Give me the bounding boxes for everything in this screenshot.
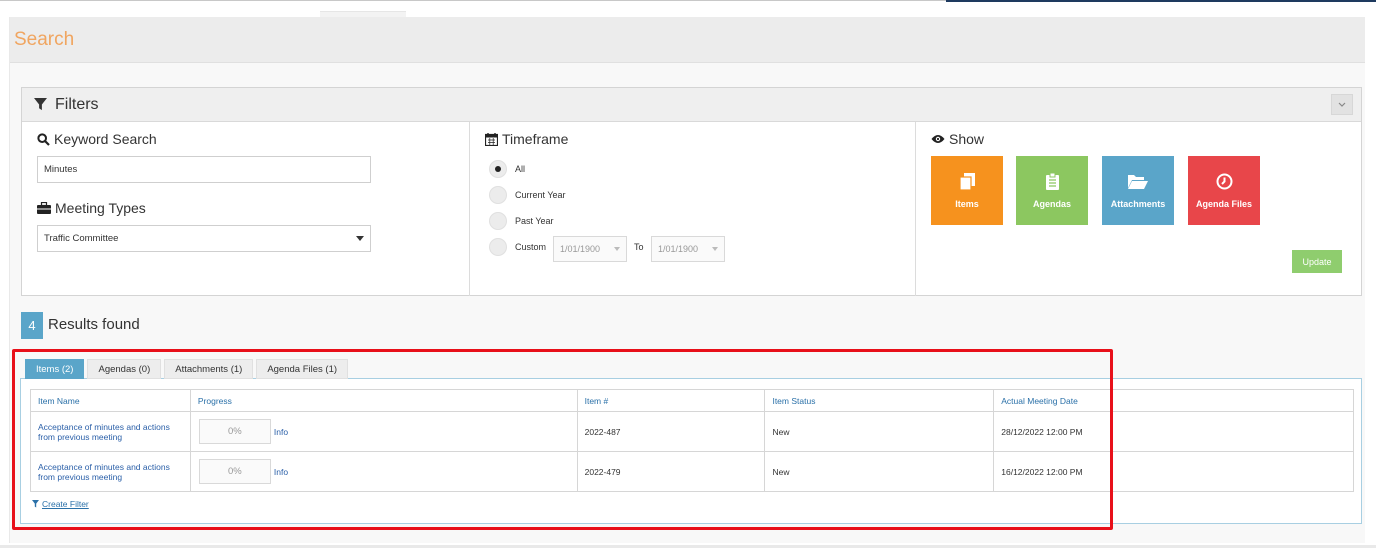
- item-status: New: [764, 451, 995, 492]
- filters-header[interactable]: Filters: [22, 88, 1361, 122]
- create-filter-label: Create Filter: [42, 499, 89, 509]
- show-attachments-button[interactable]: Attachments: [1102, 156, 1174, 225]
- results-found-label: Results found: [48, 316, 140, 333]
- table-row: Acceptance of minutes and actions from p…: [30, 451, 1354, 492]
- progress-bar: 0%: [198, 459, 271, 484]
- timeframe-option-all[interactable]: All: [489, 160, 525, 178]
- show-button-label: Items: [955, 198, 979, 209]
- calendar-icon: [485, 132, 498, 146]
- item-name-link[interactable]: Acceptance of minutes and actions from p…: [30, 411, 191, 452]
- meeting-types-select[interactable]: Traffic Committee: [37, 225, 371, 252]
- filters-title: Filters: [55, 95, 99, 113]
- caret-down-icon: [712, 247, 718, 251]
- item-number: 2022-487: [576, 411, 766, 452]
- show-column: Show Items Agendas Attachments Agenda Fi…: [915, 122, 1361, 296]
- results-table: Item Name Progress Item # Item Status Ac…: [30, 389, 1354, 492]
- filters-panel: Filters Keyword Search Minutes Meeting T…: [21, 87, 1362, 296]
- progress-label: 0%: [228, 466, 242, 477]
- top-accent-bar: [946, 0, 1376, 2]
- table-row: Acceptance of minutes and actions from p…: [30, 411, 1354, 452]
- column-header-item-name[interactable]: Item Name: [30, 389, 191, 412]
- caret-down-icon: [614, 247, 620, 251]
- radio-current-year[interactable]: [489, 186, 507, 204]
- to-date-value: 1/01/1900: [658, 244, 699, 254]
- column-header-item-status[interactable]: Item Status: [764, 389, 995, 412]
- show-agendas-button[interactable]: Agendas: [1016, 156, 1088, 225]
- tab-agendas[interactable]: Agendas (0): [87, 359, 162, 379]
- timeframe-option-custom[interactable]: Custom: [489, 238, 546, 256]
- show-items-button[interactable]: Items: [931, 156, 1003, 225]
- results-tabs: Items (2) Agendas (0) Attachments (1) Ag…: [25, 359, 351, 379]
- show-heading: Show: [931, 131, 984, 147]
- meeting-types-heading: Meeting Types: [37, 200, 146, 216]
- progress-cell: 0% Info: [189, 411, 578, 452]
- show-button-label: Agenda Files: [1195, 198, 1252, 209]
- column-header-meeting-date[interactable]: Actual Meeting Date: [993, 389, 1354, 412]
- clock-icon: [1216, 173, 1233, 191]
- caret-down-icon: [356, 236, 364, 241]
- folder-open-icon: [1128, 173, 1148, 191]
- chevron-down-icon: [1338, 102, 1346, 107]
- column-header-item-number[interactable]: Item #: [576, 389, 766, 412]
- timeframe-option-past-year[interactable]: Past Year: [489, 212, 554, 230]
- timeframe-option-label: Past Year: [515, 216, 554, 226]
- timeframe-option-label: Current Year: [515, 190, 566, 200]
- progress-label: 0%: [228, 426, 242, 437]
- from-date-value: 1/01/1900: [560, 244, 601, 254]
- keyword-column: Keyword Search Minutes Meeting Types Tra…: [22, 122, 469, 296]
- search-icon: [37, 132, 50, 146]
- filter-icon: [34, 98, 47, 111]
- item-number: 2022-479: [576, 451, 766, 492]
- show-button-label: Agendas: [1032, 198, 1071, 209]
- show-agenda-files-button[interactable]: Agenda Files: [1188, 156, 1260, 225]
- tab-items[interactable]: Items (2): [25, 359, 85, 379]
- keyword-search-label: Keyword Search: [54, 131, 157, 147]
- progress-bar: 0%: [198, 419, 271, 444]
- timeframe-label: Timeframe: [502, 131, 569, 147]
- clipboard-icon: [1045, 173, 1059, 191]
- to-date-input[interactable]: 1/01/1900: [651, 236, 725, 262]
- item-name-link[interactable]: Acceptance of minutes and actions from p…: [30, 451, 191, 492]
- from-date-input[interactable]: 1/01/1900: [553, 236, 627, 262]
- keyword-search-input[interactable]: Minutes: [37, 156, 371, 183]
- update-button[interactable]: Update: [1292, 250, 1342, 273]
- copy-icon: [959, 173, 975, 191]
- radio-past-year[interactable]: [489, 212, 507, 230]
- meeting-types-value: Traffic Committee: [44, 233, 119, 244]
- progress-cell: 0% Info: [189, 451, 578, 492]
- info-link[interactable]: Info: [274, 467, 288, 477]
- to-label: To: [634, 242, 644, 252]
- eye-icon: [931, 134, 945, 144]
- collapse-filters-button[interactable]: [1331, 94, 1353, 115]
- page-title: Search: [14, 28, 75, 50]
- table-header-row: Item Name Progress Item # Item Status Ac…: [30, 389, 1354, 412]
- tab-agenda-files[interactable]: Agenda Files (1): [256, 359, 349, 379]
- show-button-label: Attachments: [1110, 198, 1166, 209]
- item-status: New: [764, 411, 995, 452]
- timeframe-option-label: Custom: [515, 242, 547, 252]
- create-filter-link[interactable]: Create Filter: [32, 499, 89, 509]
- radio-all[interactable]: [489, 160, 507, 178]
- radio-custom[interactable]: [489, 238, 507, 256]
- timeframe-option-current-year[interactable]: Current Year: [489, 186, 566, 204]
- timeframe-column: Timeframe All Current Year Past Year Cus…: [469, 122, 915, 296]
- info-link[interactable]: Info: [274, 427, 288, 437]
- column-header-progress[interactable]: Progress: [189, 389, 578, 412]
- tab-attachments[interactable]: Attachments (1): [164, 359, 254, 379]
- keyword-search-heading: Keyword Search: [37, 131, 157, 147]
- page-header: Search: [10, 17, 1365, 63]
- meeting-date: 16/12/2022 12:00 PM: [993, 451, 1354, 492]
- show-label: Show: [949, 131, 985, 147]
- results-count-badge: 4: [21, 312, 43, 339]
- meeting-types-label: Meeting Types: [55, 200, 146, 216]
- briefcase-icon: [37, 202, 51, 214]
- filter-icon: [32, 500, 39, 508]
- timeframe-heading: Timeframe: [485, 131, 568, 147]
- timeframe-option-label: All: [515, 164, 526, 174]
- meeting-date: 28/12/2022 12:00 PM: [993, 411, 1354, 452]
